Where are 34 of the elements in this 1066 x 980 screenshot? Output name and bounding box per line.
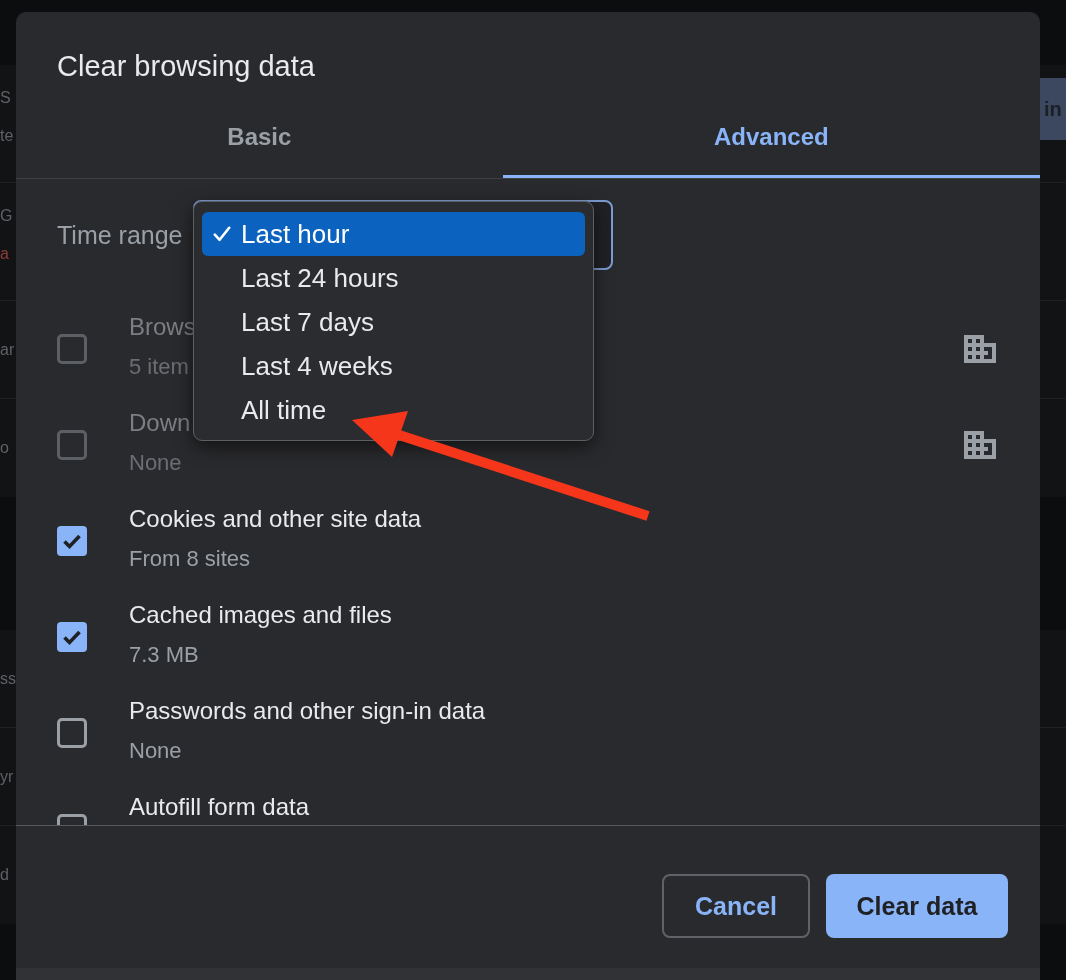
page-text: yr: [0, 766, 14, 787]
page-text: G: [0, 206, 13, 226]
time-range-label: Time range: [57, 220, 183, 251]
page-text: ss: [0, 668, 16, 689]
page-text: S: [0, 88, 11, 108]
data-type-label: Passwords and other sign-in data: [129, 697, 486, 725]
data-type-label: Cookies and other site data: [129, 505, 422, 533]
tab[interactable]: Basic: [16, 84, 503, 178]
dialog-title: Clear browsing data: [57, 49, 315, 84]
page-text: o: [0, 438, 9, 458]
checkbox[interactable]: [57, 526, 87, 556]
menu-option[interactable]: Last 24 hours: [202, 256, 585, 300]
checkbox[interactable]: [57, 718, 87, 748]
page-text: te: [0, 126, 14, 146]
checkbox[interactable]: [57, 622, 87, 652]
data-type-label: Brows: [129, 313, 196, 341]
menu-option[interactable]: Last 7 days: [202, 300, 585, 344]
menu-option[interactable]: All time: [202, 388, 585, 432]
cancel-button[interactable]: Cancel: [662, 874, 810, 938]
data-type-detail: 7.3 MB: [129, 641, 199, 669]
data-type-label: Autofill form data: [129, 793, 310, 821]
warning-text: a: [0, 244, 9, 264]
data-type-label: Cached images and files: [129, 601, 392, 629]
menu-option[interactable]: Last 4 weeks: [202, 344, 585, 388]
menu-option[interactable]: Last hour: [202, 212, 585, 256]
check-icon: [213, 226, 231, 242]
data-type-label: Down: [129, 409, 191, 437]
page-text: d: [0, 865, 9, 885]
data-type-detail: From 8 sites: [129, 545, 251, 573]
confirm-button[interactable]: Clear data: [826, 874, 1008, 938]
data-type-detail: 5 item: [129, 353, 189, 381]
page-text: ar: [0, 339, 15, 360]
data-type-detail: None: [129, 449, 182, 477]
data-type-detail: None: [129, 737, 182, 765]
